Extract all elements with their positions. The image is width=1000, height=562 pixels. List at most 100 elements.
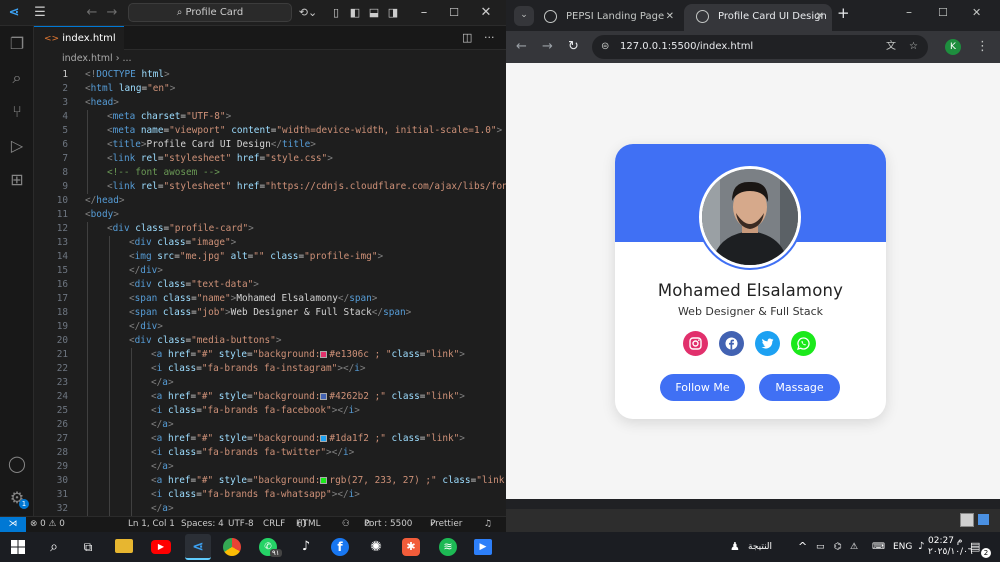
vscode-taskbar-icon[interactable]: ⋖: [185, 534, 211, 560]
windows-start-icon[interactable]: [8, 537, 28, 557]
copilot-icon[interactable]: ⟲⌄: [296, 0, 320, 26]
indent-guide: [131, 474, 132, 488]
spotify-icon[interactable]: ≋: [439, 538, 457, 556]
code-line: <a href="#" style="background: rgb(27, 23…: [151, 474, 504, 488]
youtube-icon[interactable]: ▶: [151, 540, 171, 554]
battery-icon[interactable]: ▭: [816, 532, 825, 562]
forward-arrow-icon[interactable]: →: [104, 0, 120, 26]
code-token: <!-- font awosem -->: [107, 167, 220, 178]
command-center-search[interactable]: ⌕ Profile Card: [128, 3, 292, 22]
app-icon[interactable]: ✱: [402, 538, 420, 556]
site-info-icon[interactable]: ⊜: [601, 35, 609, 59]
forward-icon[interactable]: →: [542, 31, 553, 63]
settings-gear-icon[interactable]: ⚙ 1: [0, 484, 34, 512]
code-editor[interactable]: 1 <!DOCTYPE html> 2 <html lang="en"> 3 <head>…: [34, 67, 506, 516]
run-debug-icon[interactable]: ▷: [0, 132, 34, 160]
warning-icon[interactable]: ⚠: [850, 532, 858, 562]
close-icon[interactable]: ✕: [478, 0, 494, 26]
minimize-icon[interactable]: –: [416, 0, 432, 26]
volume-icon[interactable]: ♪: [918, 532, 924, 562]
close-icon[interactable]: ✕: [972, 6, 981, 19]
breadcrumb-file[interactable]: index.html: [62, 53, 113, 64]
toggle-secondary-sidebar-icon[interactable]: ◨: [386, 0, 400, 26]
back-icon[interactable]: ←: [516, 31, 527, 63]
code-token: span: [134, 307, 158, 318]
code-line: <meta charset="UTF-8">: [107, 110, 231, 124]
file-explorer-icon[interactable]: [115, 539, 133, 553]
minimize-icon[interactable]: –: [906, 5, 912, 19]
follow-me-button[interactable]: Follow Me: [660, 374, 745, 401]
extensions-icon[interactable]: ⊞: [0, 166, 34, 194]
tab-index-html[interactable]: <> index.html ✕: [34, 26, 124, 68]
remote-indicator-icon[interactable]: ⋊: [0, 517, 26, 533]
tab-profile-card[interactable]: Profile Card UI Design ✕: [684, 4, 832, 31]
clock[interactable]: 02:27 م ٢٠٢٥/١٠/٠٦: [928, 532, 973, 562]
maximize-icon[interactable]: ☐: [938, 6, 948, 19]
wifi-icon[interactable]: ⌬: [834, 532, 842, 562]
indentation[interactable]: Spaces: 4: [181, 517, 224, 532]
tab-close-icon[interactable]: ✕: [816, 4, 824, 29]
twitter-link[interactable]: [755, 331, 780, 356]
line-number: 14: [56, 251, 68, 262]
panel-dock-icon[interactable]: [978, 514, 989, 525]
code-token: >: [327, 153, 333, 164]
indent-guide: [87, 460, 88, 474]
bookmark-star-icon[interactable]: ☆: [909, 35, 918, 59]
code-token: "stylesheet": [163, 181, 232, 192]
weather-icon[interactable]: ♟: [730, 532, 740, 562]
encoding[interactable]: UTF-8: [228, 517, 254, 532]
back-arrow-icon[interactable]: ←: [84, 0, 100, 26]
account-icon[interactable]: ◯: [0, 450, 34, 478]
layout-icon[interactable]: ▯: [329, 0, 343, 26]
menu-icon[interactable]: ☰: [30, 0, 50, 26]
maximize-icon[interactable]: ☐: [446, 0, 462, 26]
windows-taskbar: ⌕ ⧉ ▶ ⋖ ✆ ٩١ ♪ f ✺ ✱ ≋ ▶ ♟ النتيجة ^ ▭ ⌬…: [0, 532, 1000, 562]
cursor-position[interactable]: Ln 1, Col 1: [128, 517, 175, 532]
taskbar-search-icon[interactable]: ⌕: [44, 537, 64, 557]
toggle-sidebar-icon[interactable]: ◧: [348, 0, 362, 26]
breadcrumb-more[interactable]: ...: [123, 53, 132, 64]
instagram-link[interactable]: [683, 331, 708, 356]
code-token: href: [236, 153, 260, 164]
reload-icon[interactable]: ↻: [568, 31, 579, 63]
source-control-icon[interactable]: ⑂: [0, 98, 34, 126]
toggle-panel-icon[interactable]: ⬓: [367, 0, 381, 26]
tiktok-icon[interactable]: ♪: [296, 537, 316, 557]
weather-text[interactable]: النتيجة: [748, 532, 772, 562]
media-player-icon[interactable]: ▶: [474, 539, 492, 555]
keyboard-icon[interactable]: ⌨: [872, 532, 885, 562]
task-view-icon[interactable]: ⧉: [78, 537, 98, 557]
language-indicator[interactable]: ENG: [893, 532, 912, 562]
new-tab-icon[interactable]: +: [837, 4, 850, 22]
translate-icon[interactable]: 文: [886, 35, 896, 59]
tab-pepsi[interactable]: PEPSI Landing Page ✕: [532, 4, 682, 31]
indent-guide: [109, 460, 110, 474]
address-bar[interactable]: ⊜ 127.0.0.1:5500/index.html 文 ☆: [592, 35, 928, 59]
code-token: src: [157, 251, 175, 262]
code-token: >: [253, 279, 259, 290]
more-actions-icon[interactable]: ···: [484, 26, 495, 50]
line-number: 3: [62, 97, 68, 108]
tab-search-icon[interactable]: ⌄: [514, 6, 534, 26]
explorer-icon[interactable]: ❐: [0, 30, 34, 58]
notifications-bell-icon[interactable]: ♫: [484, 517, 492, 532]
profile-avatar[interactable]: K: [945, 39, 961, 55]
notification-center-icon[interactable]: ▤: [970, 532, 980, 562]
split-editor-icon[interactable]: ◫: [462, 26, 472, 50]
chatgpt-icon[interactable]: ✺: [366, 537, 386, 557]
panel-toggle-icon[interactable]: [960, 513, 974, 527]
tray-overflow-icon[interactable]: ^: [798, 532, 807, 562]
problems-indicator[interactable]: ⊗ 0 ⚠ 0: [30, 517, 65, 532]
facebook-taskbar-icon[interactable]: f: [331, 538, 349, 556]
massage-button[interactable]: Massage: [759, 374, 840, 401]
search-view-icon[interactable]: ⌕: [0, 64, 34, 92]
line-ending[interactable]: CRLF: [263, 517, 285, 532]
code-line: </head>: [85, 194, 125, 208]
chrome-taskbar-icon[interactable]: [223, 538, 241, 556]
whatsapp-link[interactable]: [791, 331, 816, 356]
copilot-status-icon[interactable]: ⚇: [342, 517, 350, 532]
line-number: 10: [56, 195, 68, 206]
facebook-link[interactable]: [719, 331, 744, 356]
chrome-menu-icon[interactable]: ⋮: [976, 31, 989, 63]
tab-close-icon[interactable]: ✕: [666, 4, 674, 29]
